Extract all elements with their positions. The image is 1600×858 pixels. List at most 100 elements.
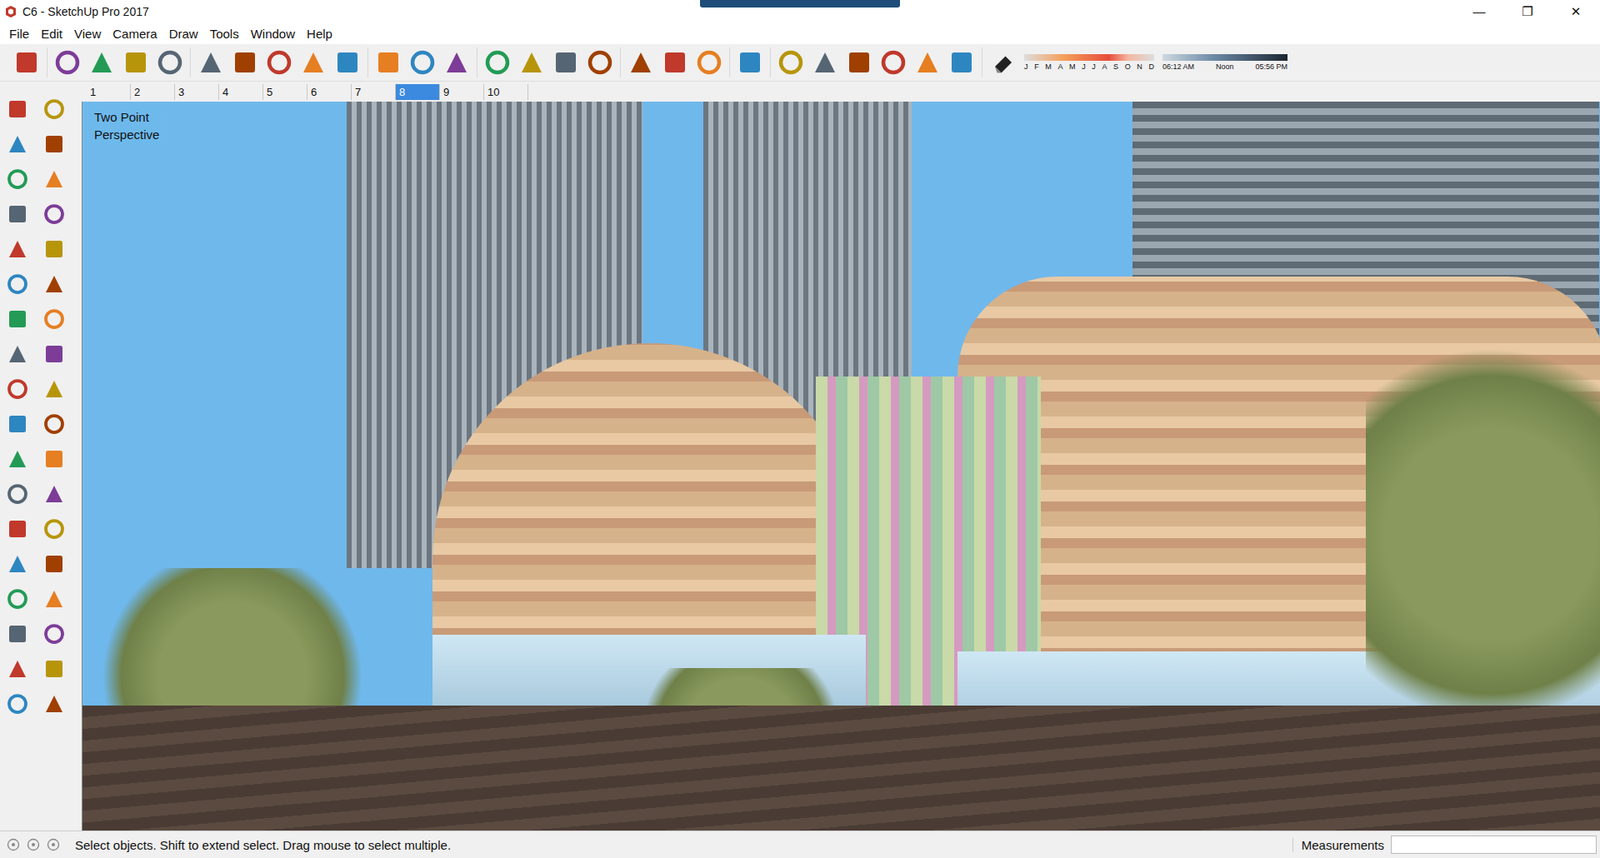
scene-tab[interactable]: 4 [219,84,264,100]
tool-icon[interactable] [5,621,30,647]
menu-item[interactable]: Draw [163,24,205,44]
tool-icon[interactable] [86,47,117,78]
tool-icon[interactable] [41,96,67,122]
tool-icon[interactable] [5,236,30,262]
tool-icon[interactable] [264,47,295,78]
month-tick: O [1125,62,1131,71]
tool-icon[interactable] [5,411,30,437]
tool-icon[interactable] [5,131,30,157]
window-title: C6 - SketchUp Pro 2017 [22,5,150,19]
tool-icon[interactable] [810,47,840,78]
tool-icon[interactable] [5,166,30,192]
scene-tab[interactable]: 8 [395,84,440,100]
window-control[interactable]: ❐ [1503,0,1552,23]
tool-icon[interactable] [625,47,656,78]
tool-icon[interactable] [516,47,547,78]
menu-item[interactable]: Window [245,24,301,44]
tool-icon[interactable] [5,446,30,472]
tool-icon[interactable] [5,306,30,332]
tool-icon[interactable] [41,376,67,402]
tool-icon[interactable] [41,621,67,647]
viewport[interactable]: Two PointPerspective [81,101,1600,831]
tool-icon[interactable] [11,47,42,78]
tool-icon[interactable] [41,271,67,297]
window-control[interactable]: ✕ [1551,0,1600,23]
status-info-icon[interactable] [6,838,20,852]
shadow-icon[interactable] [990,50,1016,75]
tool-icon[interactable] [482,47,513,78]
time-tick: Noon [1215,62,1235,71]
tool-icon[interactable] [41,656,67,682]
month-tick: D [1148,62,1155,71]
menu-item[interactable]: File [3,24,35,44]
tool-icon[interactable] [878,47,909,78]
menu-item[interactable]: Tools [204,24,245,44]
scene-tab[interactable]: 1 [86,84,131,100]
time-slider[interactable]: 06:12 AMNoon05:56 PM [1162,54,1288,71]
date-slider[interactable]: JFMAMJJASOND [1024,54,1155,71]
tool-icon[interactable] [5,201,30,227]
menu-item[interactable]: Help [300,24,339,44]
tool-icon[interactable] [5,516,30,542]
scene-tab[interactable]: 10 [484,84,529,100]
tool-icon[interactable] [41,201,67,227]
scene-tabs: 12345678910 [81,81,1600,102]
tool-icon[interactable] [844,47,875,78]
tool-icon[interactable] [5,691,30,717]
scene-tab[interactable]: 5 [263,84,308,100]
scene-tab[interactable]: 6 [307,84,352,100]
tool-icon[interactable] [41,516,67,542]
tool-icon[interactable] [120,47,151,78]
tool-icon[interactable] [41,341,67,367]
tool-icon[interactable] [775,47,806,78]
tool-icon[interactable] [5,376,30,402]
tool-icon[interactable] [5,586,30,612]
tool-icon[interactable] [41,411,67,437]
tool-icon[interactable] [5,96,30,122]
scene-tab[interactable]: 2 [130,84,175,100]
tool-icon[interactable] [41,481,67,507]
tool-icon[interactable] [5,551,30,577]
tool-icon[interactable] [912,47,943,78]
tool-icon[interactable] [735,47,765,78]
tool-icon[interactable] [41,306,67,332]
tool-icon[interactable] [195,47,226,78]
menu-item[interactable]: Edit [35,24,69,44]
tool-icon[interactable] [230,47,260,78]
status-info-icon[interactable] [26,838,40,852]
tool-icon[interactable] [41,131,67,157]
tool-icon[interactable] [441,47,472,78]
measurements-field[interactable] [1390,835,1597,855]
tool-icon[interactable] [52,47,83,78]
tool-icon[interactable] [550,47,581,78]
scene-tab[interactable]: 3 [175,84,220,100]
tool-icon[interactable] [5,271,30,297]
scene-tab[interactable]: 9 [440,84,485,100]
tool-icon[interactable] [298,47,329,78]
tool-icon[interactable] [332,47,363,78]
tool-icon[interactable] [5,656,30,682]
window-control[interactable]: — [1455,0,1504,23]
status-info-icon[interactable] [46,838,60,852]
tool-icon[interactable] [407,47,438,78]
tool-icon[interactable] [41,166,67,192]
toolbar-group [770,47,983,78]
tool-icon[interactable] [585,47,615,78]
model-area: 12345678910Two PointPerspective [81,81,1600,831]
tool-icon[interactable] [5,341,30,367]
scene-tab[interactable]: 7 [351,84,396,100]
tool-icon[interactable] [41,551,67,577]
tool-icon[interactable] [694,47,725,78]
tool-icon[interactable] [946,47,977,78]
tool-icon[interactable] [373,47,404,78]
tool-icon[interactable] [41,236,67,262]
tool-icon[interactable] [41,446,67,472]
tool-icon[interactable] [41,586,67,612]
menu-item[interactable]: View [68,24,107,44]
tool-icon[interactable] [5,481,30,507]
sketchup-window: C6 - SketchUp Pro 2017 —❐✕ FileEditViewCam… [0,0,1600,858]
tool-icon[interactable] [660,47,690,78]
tool-icon[interactable] [41,691,67,717]
tool-icon[interactable] [155,47,185,78]
menu-item[interactable]: Camera [106,24,163,44]
